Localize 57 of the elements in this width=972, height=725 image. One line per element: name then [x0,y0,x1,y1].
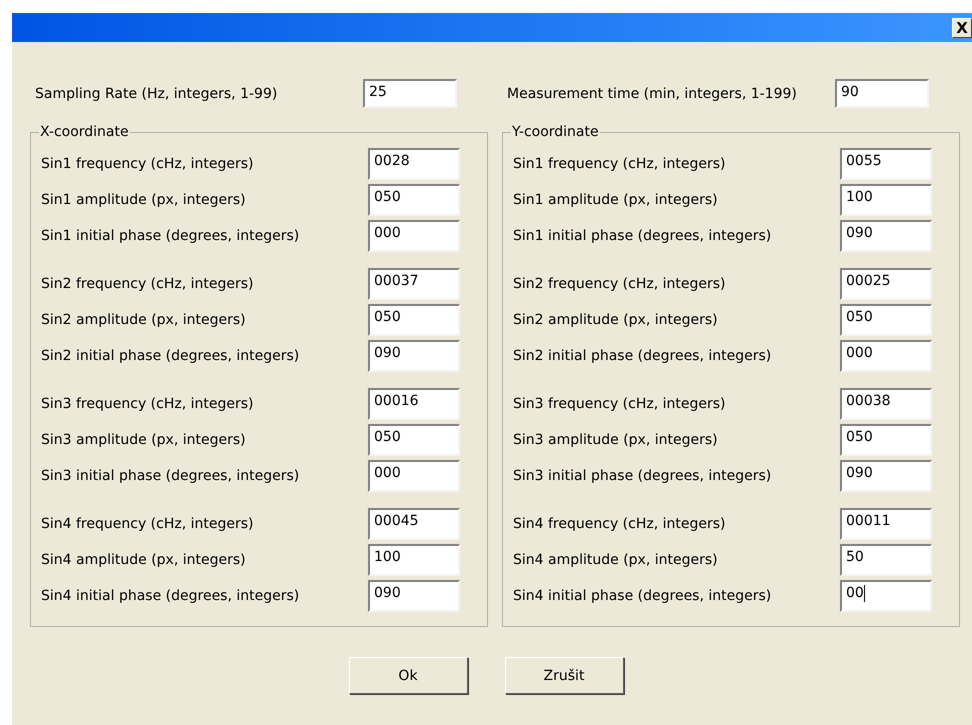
field-label: Sin3 initial phase (degrees, integers) [41,468,300,484]
input-field[interactable]: 090 [368,580,460,612]
field-label: Sin1 initial phase (degrees, integers) [41,228,300,244]
input-field[interactable]: 000 [368,460,460,492]
input-field[interactable]: 90 [835,79,929,108]
field-label: Sin1 initial phase (degrees, integers) [513,228,772,244]
input-field[interactable]: 090 [368,340,460,372]
input-field[interactable]: 00038 [840,388,932,420]
input-field[interactable]: 050 [368,424,460,456]
input-field[interactable]: 050 [368,304,460,336]
input-field[interactable]: 050 [840,304,932,336]
field-label: Sin3 frequency (cHz, integers) [513,396,726,412]
group-title: X-coordinate [39,124,130,140]
input-field[interactable]: 100 [840,184,932,216]
dialog-button[interactable]: Zrušit [504,657,624,694]
field-label: Sin2 amplitude (px, integers) [41,312,247,328]
input-field[interactable]: 0028 [368,148,460,180]
field-label: Sin4 frequency (cHz, integers) [41,516,254,532]
input-field[interactable]: 050 [368,184,460,216]
field-label: Sin1 frequency (cHz, integers) [513,156,726,172]
field-label: Sin1 amplitude (px, integers) [41,192,247,208]
input-field[interactable]: 25 [363,79,457,108]
field-label: Sin4 initial phase (degrees, integers) [513,588,772,604]
field-label: Sin2 frequency (cHz, integers) [41,276,254,292]
field-label: Sin2 initial phase (degrees, integers) [41,348,300,364]
field-label: Sin2 amplitude (px, integers) [513,312,719,328]
input-field[interactable]: 000 [368,220,460,252]
input-field[interactable]: 050 [840,424,932,456]
dialog-button[interactable]: Ok [348,657,468,694]
input-field[interactable]: 00037 [368,268,460,300]
input-field[interactable]: 0055 [840,148,932,180]
field-label: Sin1 frequency (cHz, integers) [41,156,254,172]
field-label: Sin2 frequency (cHz, integers) [513,276,726,292]
field-label: Sampling Rate (Hz, integers, 1-99) [34,86,278,102]
input-field[interactable]: 50 [840,544,932,576]
input-field[interactable]: 00045 [368,508,460,540]
field-label: Measurement time (min, integers, 1-199) [506,86,798,102]
input-field[interactable]: 00011 [840,508,932,540]
input-field[interactable]: 090 [840,460,932,492]
field-label: Sin4 frequency (cHz, integers) [513,516,726,532]
field-label: Sin2 initial phase (degrees, integers) [513,348,772,364]
field-label: Sin3 frequency (cHz, integers) [41,396,254,412]
input-field[interactable]: 100 [368,544,460,576]
input-field[interactable]: 00025 [840,268,932,300]
field-label: Sin3 initial phase (degrees, integers) [513,468,772,484]
input-field[interactable]: 000 [840,340,932,372]
group-title: Y-coordinate [511,124,600,140]
field-label: Sin3 amplitude (px, integers) [513,432,719,448]
close-button[interactable]: X [952,18,972,38]
field-label: Sin4 amplitude (px, integers) [41,552,247,568]
input-field[interactable]: 090 [840,220,932,252]
field-label: Sin4 initial phase (degrees, integers) [41,588,300,604]
input-field[interactable]: 00 [840,580,932,612]
field-label: Sin1 amplitude (px, integers) [513,192,719,208]
field-label: Sin4 amplitude (px, integers) [513,552,719,568]
input-field[interactable]: 00016 [368,388,460,420]
field-label: Sin3 amplitude (px, integers) [41,432,247,448]
